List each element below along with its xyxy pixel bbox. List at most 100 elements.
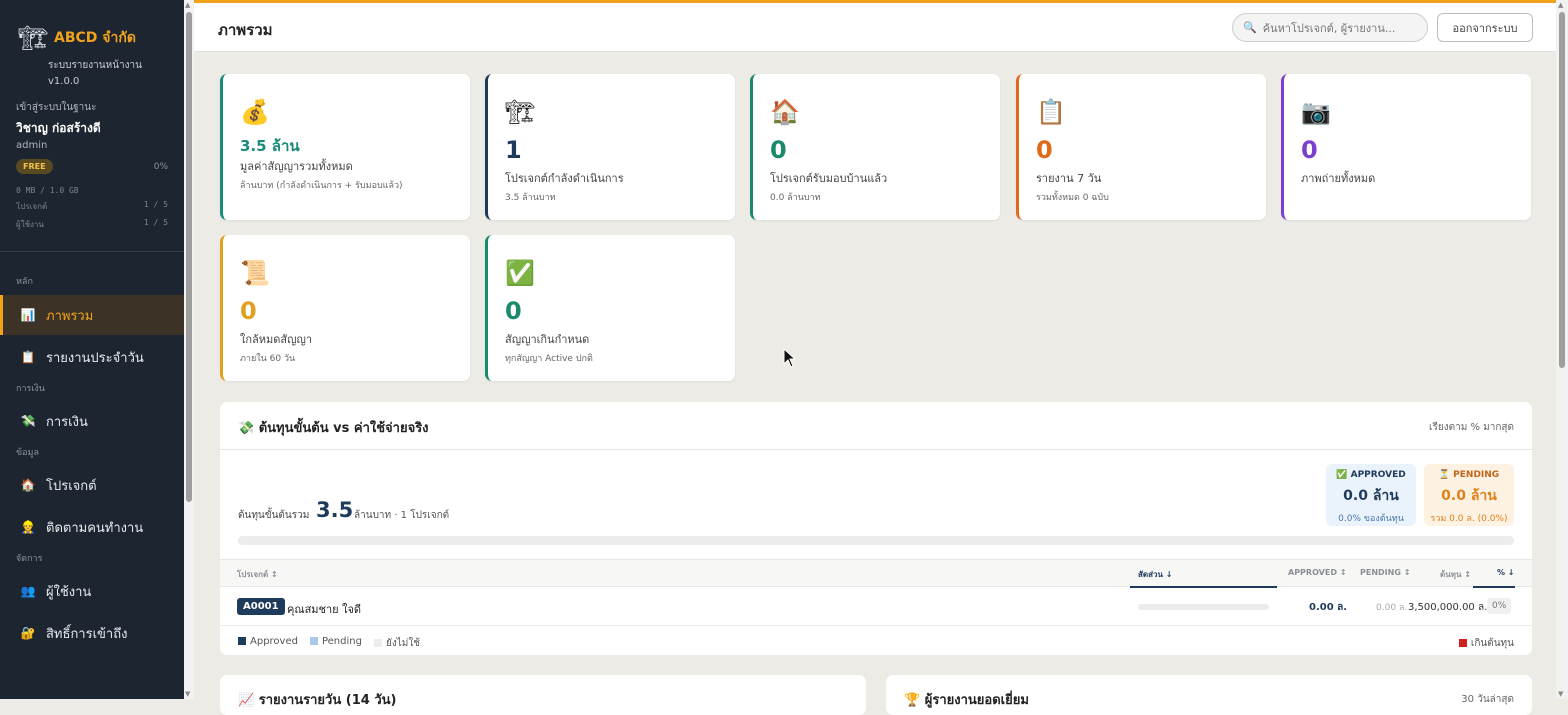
chart-icon: 📈 (238, 693, 255, 708)
pending-summary: ⏳ PENDING 0.0 ล้าน รวม 0.0 ล. (0.0%) (1424, 464, 1514, 526)
total-cost-unit: ล้านบาท · 1 โปรเจกต์ (354, 510, 450, 521)
stat-value: 0 (1036, 136, 1053, 164)
sidebar-scroll-thumb[interactable] (186, 12, 192, 502)
scroll-up-arrow-icon[interactable]: ▲ (1558, 1, 1563, 9)
sidebar-item-label: รายงานประจำวัน (46, 350, 144, 366)
page-scrollbar[interactable]: ▲ ▼ (1556, 0, 1568, 699)
stat-label: ใกล้หมดสัญญา (240, 333, 313, 346)
worker-icon: 👷 (20, 520, 36, 534)
check-icon: ✅ (505, 259, 535, 287)
plan-badge: FREE (16, 159, 53, 174)
sidebar-item-label: ภาพรวม (46, 308, 94, 324)
legend-over: เกินต้นทุน (1458, 636, 1514, 651)
bar-chart-icon: 📊 (20, 308, 36, 322)
cost-progress-bar (238, 536, 1514, 545)
money-icon: 💸 (20, 414, 36, 428)
row-cost: 3,500,000.00 ล. (1408, 602, 1488, 613)
crane-logo-icon: 🏗 (18, 24, 49, 52)
stat-card[interactable]: 🏗 1 โปรเจกต์กำลังดำเนินการ 3.5 ล้านบาท (485, 74, 735, 220)
sidebar-item-daily-report[interactable]: 📋 รายงานประจำวัน (0, 337, 184, 377)
scroll-up-arrow-icon[interactable]: ▲ (185, 1, 190, 9)
approved-summary: ✅ APPROVED 0.0 ล้าน 0.0% ของต้นทุน (1326, 464, 1416, 526)
stat-card[interactable]: 💰 3.5 ล้าน มูลค่าสัญญารวมทั้งหมด ล้านบาท (ก… (220, 74, 470, 220)
total-cost-label: ต้นทุนขั้นต้นรวม (238, 510, 310, 521)
row-approved: 0.00 ล. (1309, 602, 1348, 613)
col-cost[interactable]: ต้นทุน ↕ (1440, 568, 1471, 581)
row-pending: 0.00 ล. (1376, 603, 1408, 613)
house-icon: 🏠 (20, 478, 36, 492)
daily-report-panel: 📈 รายงานรายวัน (14 วัน) (220, 675, 866, 715)
stat-card[interactable]: 📜 0 ใกล้หมดสัญญา ภายใน 60 วัน (220, 235, 470, 381)
scroll-down-arrow-icon[interactable]: ▼ (185, 690, 190, 698)
page-title: ภาพรวม (218, 21, 273, 39)
users-quota-label: ผู้ใช้งาน (16, 220, 44, 229)
sidebar-scrollbar[interactable]: ▲ ▼ (184, 0, 194, 699)
panel-divider (220, 449, 1532, 450)
brand[interactable]: 🏗 ABCD จำกัด (0, 0, 184, 52)
stat-sub: 3.5 ล้านบาท (505, 193, 556, 203)
stat-card[interactable]: 📷 0 ภาพถ่ายทั้งหมด (1281, 74, 1531, 220)
stat-card[interactable]: 📋 0 รายงาน 7 วัน รวมทั้งหมด 0 ฉบับ (1016, 74, 1266, 220)
col-pending[interactable]: PENDING ↕ (1360, 568, 1410, 577)
approved-sub: 0.0% ของต้นทุน (1338, 514, 1404, 524)
share-bar (1138, 604, 1269, 610)
stat-value: 0 (1301, 136, 1318, 164)
project-code: A0001 (237, 598, 285, 615)
stat-sub: รวมทั้งหมด 0 ฉบับ (1036, 193, 1109, 203)
col-share[interactable]: สัดส่วน ↓ (1138, 568, 1172, 581)
stat-card[interactable]: ✅ 0 สัญญาเกินกำหนด ทุกสัญญา Active ปกติ (485, 235, 735, 381)
sidebar-item-tracking[interactable]: 👷 ติดตามคนทำงาน (0, 507, 184, 547)
cost-vs-expense-panel: 💸 ต้นทุนขั้นต้น vs ค่าใช้จ่ายจริง เรียงต… (220, 402, 1532, 655)
legend-unused: ยังไม่ใช้ (373, 636, 420, 651)
sidebar-item-overview[interactable]: 📊 ภาพรวม (0, 295, 184, 335)
sidebar-item-projects[interactable]: 🏠 โปรเจกต์ (0, 465, 184, 505)
projects-quota-value: 1 / 5 (143, 200, 168, 209)
col-percent[interactable]: % ↓ (1497, 568, 1515, 577)
search-icon: 🔍 (1243, 21, 1257, 34)
stat-value: 3.5 ล้าน (240, 137, 300, 155)
col-project[interactable]: โปรเจกต์ ↕ (237, 568, 278, 581)
sidebar-item-access[interactable]: 🔐 สิทธิ์การเข้าถึง (0, 613, 184, 653)
stat-label: รายงาน 7 วัน (1036, 172, 1102, 185)
sidebar-item-users[interactable]: 👥 ผู้ใช้งาน (0, 571, 184, 611)
plan-usage-percent: 0% (153, 161, 168, 172)
section-data: ข้อมูล (16, 448, 40, 458)
top-reporters-title: 🏆 ผู้รายงานยอดเยี่ยม (904, 693, 1029, 708)
stat-label: โปรเจกต์กำลังดำเนินการ (505, 172, 624, 185)
app-version: v1.0.0 (48, 76, 80, 87)
lock-icon: 🔐 (20, 626, 36, 640)
top-bar: ภาพรวม 🔍 ค้นหาโปรเจกต์, ผู้รายงาน... ออก… (194, 0, 1556, 52)
page-scroll-thumb[interactable] (1559, 12, 1565, 368)
report-icon: 📋 (20, 350, 36, 364)
scroll-icon: 📜 (240, 259, 270, 287)
check-icon: ✅ (1336, 470, 1348, 480)
scroll-down-arrow-icon[interactable]: ▼ (1558, 690, 1563, 698)
pending-sub: รวม 0.0 ล. (0.0%) (1430, 514, 1508, 524)
hourglass-icon: ⏳ (1438, 470, 1451, 480)
mouse-cursor-icon (783, 348, 797, 368)
section-finance: การเงิน (16, 384, 45, 394)
table-header: โปรเจกต์ ↕ สัดส่วน ↓ APPROVED ↕ PENDING … (220, 559, 1532, 588)
logout-button[interactable]: ออกจากระบบ (1437, 13, 1533, 42)
users-quota-value: 1 / 5 (143, 218, 168, 227)
stat-label: สัญญาเกินกำหนด (505, 333, 590, 346)
panel-title: 💸 ต้นทุนขั้นต้น vs ค่าใช้จ่ายจริง (238, 421, 429, 436)
house-icon: 🏠 (770, 98, 800, 126)
pending-value: 0.0 ล้าน (1441, 488, 1497, 504)
sidebar-item-label: การเงิน (46, 414, 88, 430)
legend-approved: Approved (238, 636, 298, 651)
stat-label: มูลค่าสัญญารวมทั้งหมด (240, 160, 353, 173)
stat-card[interactable]: 🏠 0 โปรเจกต์รับมอบบ้านแล้ว 0.0 ล้านบาท (750, 74, 1000, 220)
money-icon: 💸 (238, 421, 255, 436)
sidebar-item-finance[interactable]: 💸 การเงิน (0, 401, 184, 441)
trophy-icon: 🏆 (904, 693, 921, 708)
sidebar-item-label: สิทธิ์การเข้าถึง (46, 626, 128, 642)
camera-icon: 📷 (1301, 98, 1331, 126)
crane-icon: 🏗 (505, 98, 536, 126)
projects-quota-label: โปรเจกต์ (16, 202, 48, 211)
search-input[interactable]: 🔍 ค้นหาโปรเจกต์, ผู้รายงาน... (1232, 13, 1428, 42)
sidebar-item-label: ติดตามคนทำงาน (46, 520, 144, 536)
search-placeholder: ค้นหาโปรเจกต์, ผู้รายงาน... (1262, 21, 1396, 35)
table-row[interactable]: A0001 คุณสมชาย ใจดี 0.00 ล. 0.00 ล. 3,50… (220, 588, 1532, 626)
col-approved[interactable]: APPROVED ↕ (1288, 568, 1346, 577)
